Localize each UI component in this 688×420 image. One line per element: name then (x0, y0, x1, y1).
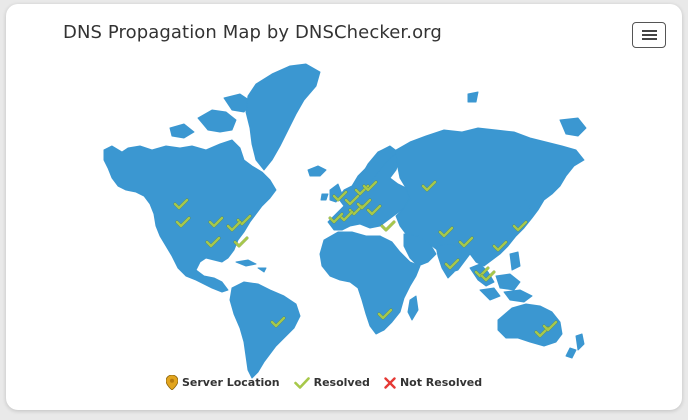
checkmark-icon (293, 376, 310, 389)
legend-server-location[interactable]: Server Location (166, 375, 280, 390)
iceland (307, 165, 327, 177)
legend-label: Resolved (313, 376, 370, 389)
south-america (229, 281, 301, 379)
legend-resolved[interactable]: Resolved (293, 376, 370, 389)
caribbean (235, 259, 267, 273)
cross-icon (384, 376, 396, 389)
new-zealand (565, 333, 585, 359)
legend-not-resolved[interactable]: Not Resolved (384, 376, 482, 389)
philippines (509, 251, 521, 271)
map-pin-icon (166, 375, 178, 390)
map-legend: Server Location Resolved Not Resolved (166, 375, 496, 390)
madagascar (407, 295, 419, 321)
southeast-asia (469, 263, 533, 303)
world-map (103, 63, 587, 379)
canada-archipelago (169, 93, 253, 139)
legend-label: Not Resolved (399, 376, 483, 389)
legend-label: Server Location (182, 376, 280, 389)
greenland (245, 63, 321, 171)
